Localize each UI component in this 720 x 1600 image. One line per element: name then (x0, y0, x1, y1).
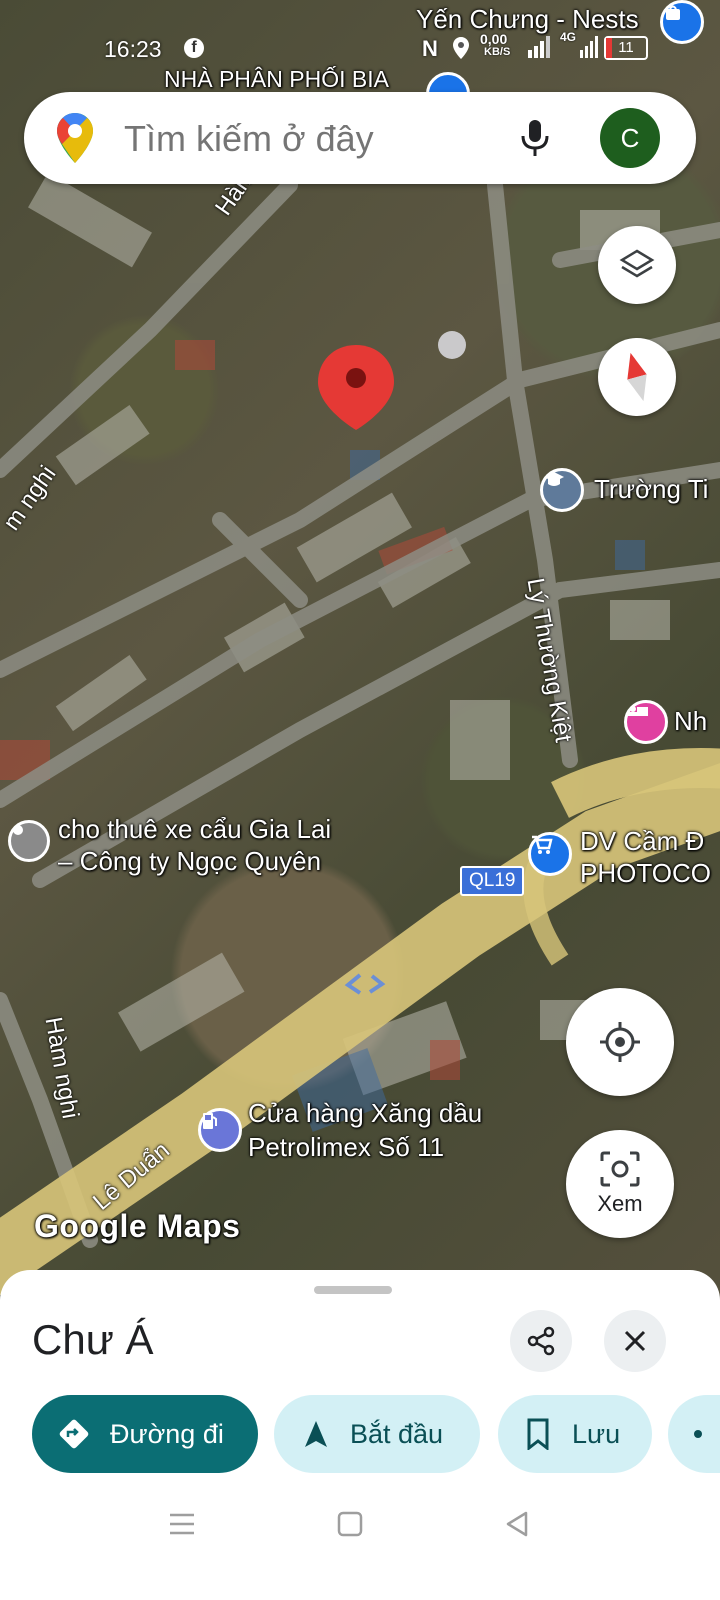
lens-view-label: Xem (597, 1191, 643, 1216)
home-icon[interactable] (336, 1510, 364, 1538)
share-icon (527, 1326, 555, 1356)
system-nav-bar (0, 1490, 720, 1600)
location-pin-icon[interactable] (318, 345, 394, 430)
net-speed-unit: KB/S (484, 46, 511, 58)
back-icon[interactable] (504, 1510, 530, 1538)
layers-button[interactable] (598, 226, 676, 304)
place-label-cua-hang-1[interactable]: Cửa hàng Xăng dầu (248, 1098, 482, 1129)
signal-icon (528, 36, 550, 58)
my-location-button[interactable] (566, 988, 674, 1096)
navigation-arrow-icon (305, 1421, 327, 1447)
lens-view-button[interactable]: Xem (566, 1130, 674, 1238)
google-maps-logo-icon (57, 113, 93, 163)
start-button[interactable]: Bắt đầu (274, 1395, 480, 1473)
compass-button[interactable] (598, 338, 676, 416)
battery-level (606, 38, 612, 58)
sheet-drag-handle[interactable] (314, 1286, 392, 1294)
directions-icon (59, 1419, 89, 1449)
crosshair-icon (600, 1022, 640, 1062)
map-view[interactable]: Yến Chưng - Nests NHÀ PHÂN PHỐI BIA Hàm … (0, 0, 720, 1300)
gas-station-pin-icon[interactable] (198, 1108, 242, 1152)
compass-icon (627, 352, 647, 402)
signal-icon-2 (580, 36, 598, 58)
place-label-cho-thue-2[interactable]: – Công ty Ngọc Quyên (58, 846, 321, 877)
directions-label: Đường đi (110, 1418, 224, 1449)
location-status-icon (453, 37, 469, 59)
start-label: Bắt đầu (350, 1418, 444, 1449)
save-button[interactable]: Lưu (498, 1395, 652, 1473)
battery-icon: 11 (604, 36, 648, 60)
save-label: Lưu (572, 1418, 621, 1449)
place-label-dv-cam-2[interactable]: PHOTOCO (580, 858, 711, 889)
directions-button[interactable]: Đường đi (32, 1395, 258, 1473)
close-button[interactable] (604, 1310, 666, 1372)
net-speed-value: 0,00 (480, 31, 508, 47)
search-input[interactable] (122, 114, 506, 164)
school-pin-icon[interactable] (540, 468, 584, 512)
search-bar[interactable]: C (24, 92, 696, 184)
avatar[interactable]: C (600, 108, 660, 168)
place-label-truong[interactable]: Trường Ti (594, 474, 708, 505)
close-icon (624, 1330, 646, 1352)
more-dots-icon (694, 1430, 702, 1438)
place-label-dv-cam-1[interactable]: DV Cầm Đ (580, 826, 704, 857)
microphone-icon[interactable] (520, 118, 550, 158)
highway-shield-ql19: QL19 (460, 866, 525, 896)
place-pin-icon[interactable] (8, 820, 50, 862)
place-label-nha-phan-phoi[interactable]: NHÀ PHÂN PHỐI BIA (164, 66, 389, 93)
nfc-icon: N (422, 36, 438, 61)
place-label-cho-thue-1[interactable]: cho thuê xe cẩu Gia Lai (58, 814, 331, 845)
place-label-cua-hang-2[interactable]: Petrolimex Số 11 (248, 1132, 444, 1163)
layers-icon (619, 249, 655, 278)
google-maps-watermark: Google Maps (34, 1208, 241, 1244)
shopping-cart-pin-icon[interactable] (528, 832, 572, 876)
place-label-nh[interactable]: Nh (674, 706, 707, 737)
share-button[interactable] (510, 1310, 572, 1372)
network-type: 4G (560, 30, 577, 44)
facebook-icon: f (184, 38, 204, 58)
hotel-pin-icon[interactable] (624, 700, 668, 744)
recent-apps-icon[interactable] (168, 1512, 196, 1536)
place-title: Chư Á (32, 1316, 154, 1363)
battery-percent: 11 (618, 39, 634, 56)
camera-lens-icon (600, 1151, 640, 1187)
bookmark-icon (527, 1418, 549, 1450)
status-time: 16:23 (104, 36, 162, 62)
status-bar: 16:23 f N 0,00 KB/S 4G 11 (0, 30, 720, 70)
